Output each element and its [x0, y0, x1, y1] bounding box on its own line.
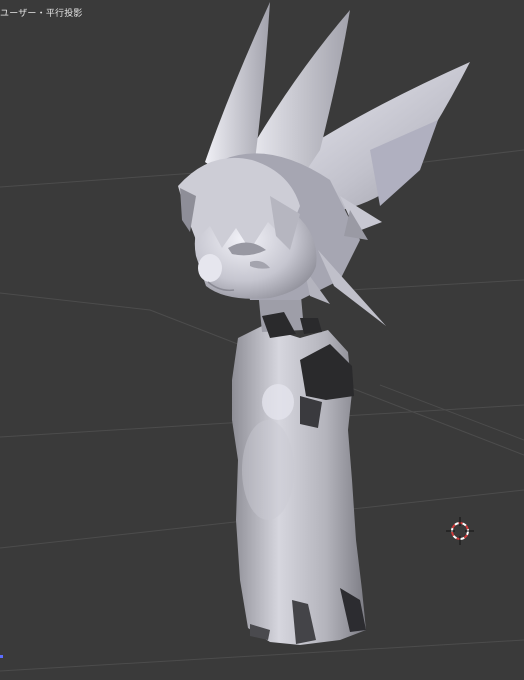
character-model: [178, 2, 470, 645]
3d-cursor-icon: [446, 517, 474, 545]
scene-canvas[interactable]: [0, 0, 524, 680]
axis-indicator: [0, 655, 3, 658]
3d-viewport[interactable]: ユーザー・平行投影: [0, 0, 524, 680]
